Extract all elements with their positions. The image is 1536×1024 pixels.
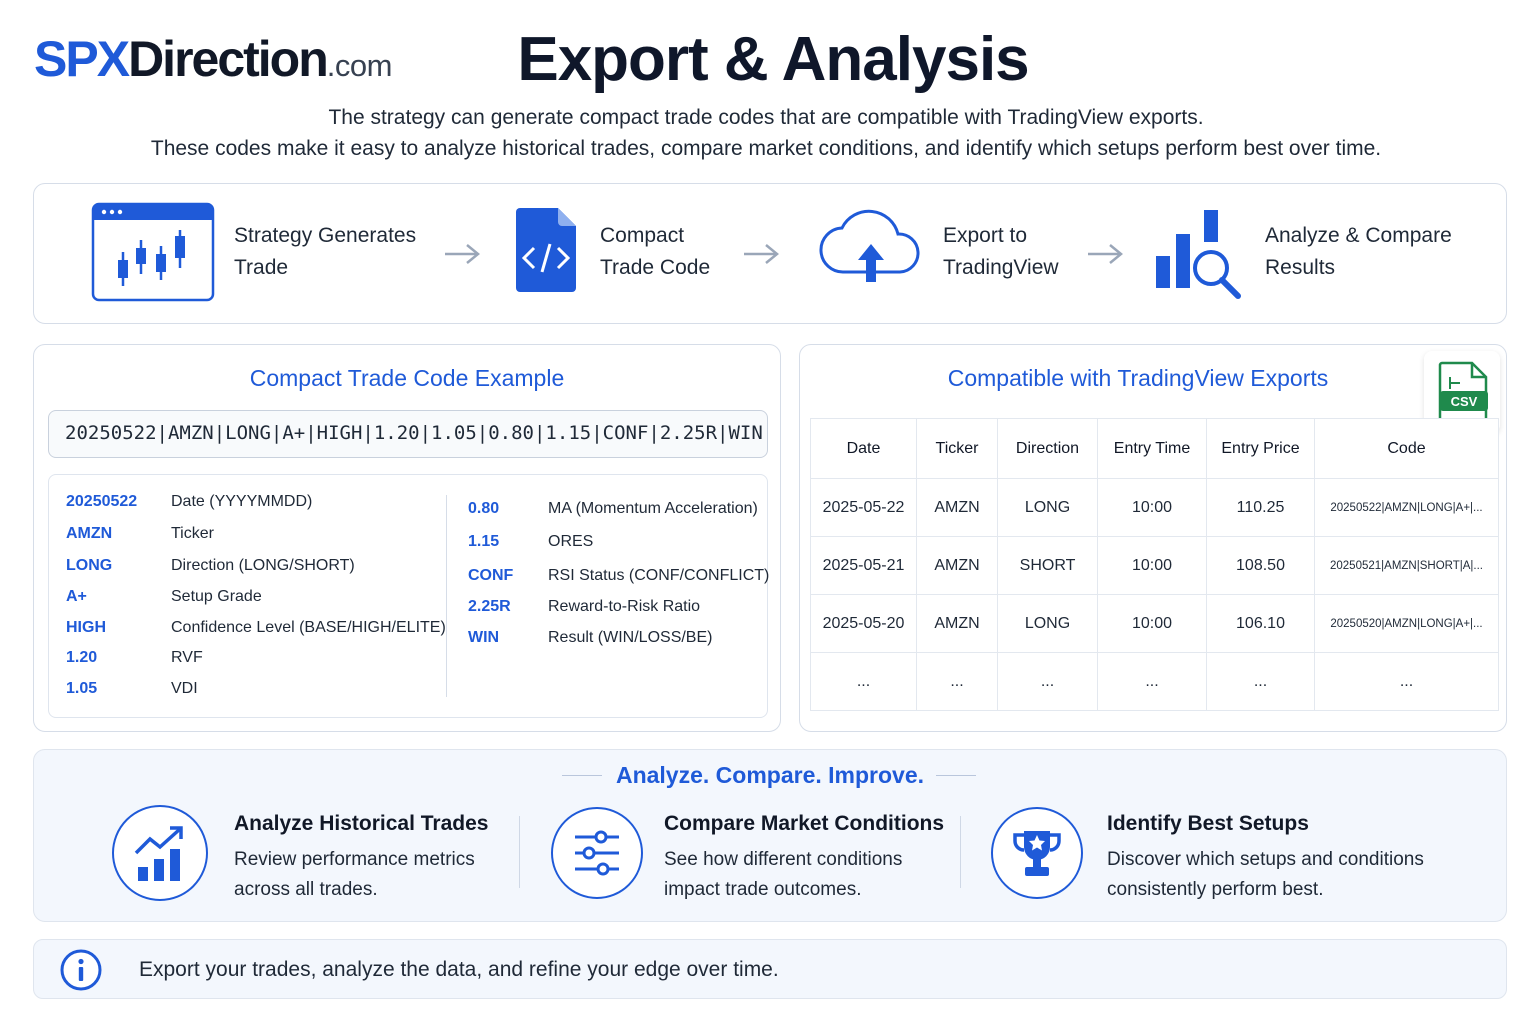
code-file-icon (516, 208, 576, 292)
page-title: Export & Analysis (517, 25, 1029, 94)
cell-ticker: AMZN (916, 478, 998, 537)
tradingview-export-card: Compatible with TradingView Exports CSV … (799, 344, 1507, 732)
feature-2-title: Compare Market Conditions (664, 812, 945, 835)
page-subtitle: The strategy can generate compact trade … (0, 102, 1532, 164)
feature-separator (960, 816, 961, 888)
info-bar: Export your trades, analyze the data, an… (33, 939, 1507, 999)
cell-entry-time: 10:00 (1097, 478, 1207, 537)
trade-code-display[interactable]: 20250522|AMZN|LONG|A+|HIGH|1.20|1.05|0.8… (48, 410, 768, 458)
flow-step-1-label: Strategy Generates Trade (234, 224, 417, 279)
legend-divider (446, 495, 447, 697)
feature-3-icon-circle (991, 807, 1083, 899)
info-circle-icon (60, 949, 102, 991)
cell-entry-price: 106.10 (1206, 594, 1315, 653)
feature-3-title: Identify Best Setups (1107, 812, 1309, 835)
cell-entry-price: 108.50 (1206, 536, 1315, 595)
cell-entry-time: 10:00 (1097, 594, 1207, 653)
code-legend: 20250522 Date (YYYYMMDD) AMZN Ticker LONG D… (48, 474, 769, 718)
feature-1-title: Analyze Historical Trades (234, 812, 489, 835)
trend-up-bar-chart-icon (134, 826, 183, 881)
column-header: Entry Time (1097, 418, 1207, 479)
column-header: Ticker (916, 418, 998, 479)
cell-ticker: AMZN (916, 594, 998, 653)
trophy-star-icon (1013, 831, 1061, 876)
cell-date: 2025-05-20 (810, 594, 917, 653)
sliders-icon (575, 830, 619, 876)
cell-code: 20250522|AMZN|LONG|A+|... (1314, 478, 1499, 537)
feature-separator (519, 816, 520, 888)
bar-chart-magnifier-icon (1156, 210, 1241, 299)
feature-1-icon-circle (112, 805, 208, 901)
cell-entry-time: 10:00 (1097, 536, 1207, 595)
feature-2-description: See how different conditions impact trad… (664, 849, 903, 900)
cell-code: 20250521|AMZN|SHORT|A|... (1314, 536, 1499, 595)
cell-code: 20250520|AMZN|LONG|A+|... (1314, 594, 1499, 653)
csv-file-icon (1438, 361, 1488, 423)
arrow-right-icon (1088, 244, 1123, 264)
table-row[interactable]: 2025-05-21 AMZN SHORT 10:00 108.50 20250… (810, 536, 1499, 595)
table-row: ... ... ... ... ... ... (810, 652, 1499, 711)
candlestick-chart-window-icon (91, 202, 215, 302)
arrow-right-icon (744, 244, 779, 264)
cloud-upload-icon (819, 209, 920, 282)
feature-3-description: Discover which setups and conditions con… (1107, 849, 1424, 900)
cell-direction: LONG (997, 594, 1098, 653)
cell-ellipsis: ... (1097, 652, 1207, 711)
column-header: Date (810, 418, 917, 479)
subtitle-line-1: The strategy can generate compact trade … (328, 106, 1204, 129)
workflow-card: Strategy Generates Trade Compact Trade C… (33, 183, 1507, 324)
column-header: Entry Price (1206, 418, 1315, 479)
feature-2-icon-circle (551, 807, 643, 899)
heading-rule-right (936, 775, 976, 776)
cell-direction: LONG (997, 478, 1098, 537)
subtitle-line-2: These codes make it easy to analyze hist… (150, 137, 1382, 160)
table-header-row: Date Ticker Direction Entry Time Entry P… (810, 418, 1499, 479)
cell-date: 2025-05-22 (810, 478, 917, 537)
arrow-right-icon (445, 244, 480, 264)
cell-ellipsis: ... (810, 652, 917, 711)
cell-ellipsis: ... (1206, 652, 1315, 711)
column-header: Code (1314, 418, 1499, 479)
analyze-compare-improve-card: Analyze. Compare. Improve. Analyze Histo… (33, 749, 1507, 922)
tradingview-export-title: Compatible with TradingView Exports (947, 365, 1329, 391)
analyze-heading: Analyze. Compare. Improve. (615, 762, 925, 788)
flow-step-3-label: Export to TradingView (943, 224, 1059, 279)
cell-ellipsis: ... (997, 652, 1098, 711)
flow-step-2-label: Compact Trade Code (600, 224, 711, 279)
flow-step-4-label: Analyze & Compare Results (1265, 224, 1452, 279)
cell-ellipsis: ... (916, 652, 998, 711)
cell-date: 2025-05-21 (810, 536, 917, 595)
cell-entry-price: 110.25 (1206, 478, 1315, 537)
cell-direction: SHORT (997, 536, 1098, 595)
cell-ticker: AMZN (916, 536, 998, 595)
csv-label: CSV (1450, 394, 1478, 409)
column-header: Direction (997, 418, 1098, 479)
cell-ellipsis: ... (1314, 652, 1499, 711)
code-example-title: Compact Trade Code Example (249, 365, 565, 391)
info-text: Export your trades, analyze the data, an… (139, 958, 779, 981)
feature-1-description: Review performance metrics across all tr… (234, 849, 475, 900)
table-row[interactable]: 2025-05-20 AMZN LONG 10:00 106.10 202505… (810, 594, 1499, 653)
table-row[interactable]: 2025-05-22 AMZN LONG 10:00 110.25 202505… (810, 478, 1499, 537)
export-table: Date Ticker Direction Entry Time Entry P… (810, 418, 1499, 711)
code-example-card: Compact Trade Code Example 20250522|AMZN… (33, 344, 781, 732)
